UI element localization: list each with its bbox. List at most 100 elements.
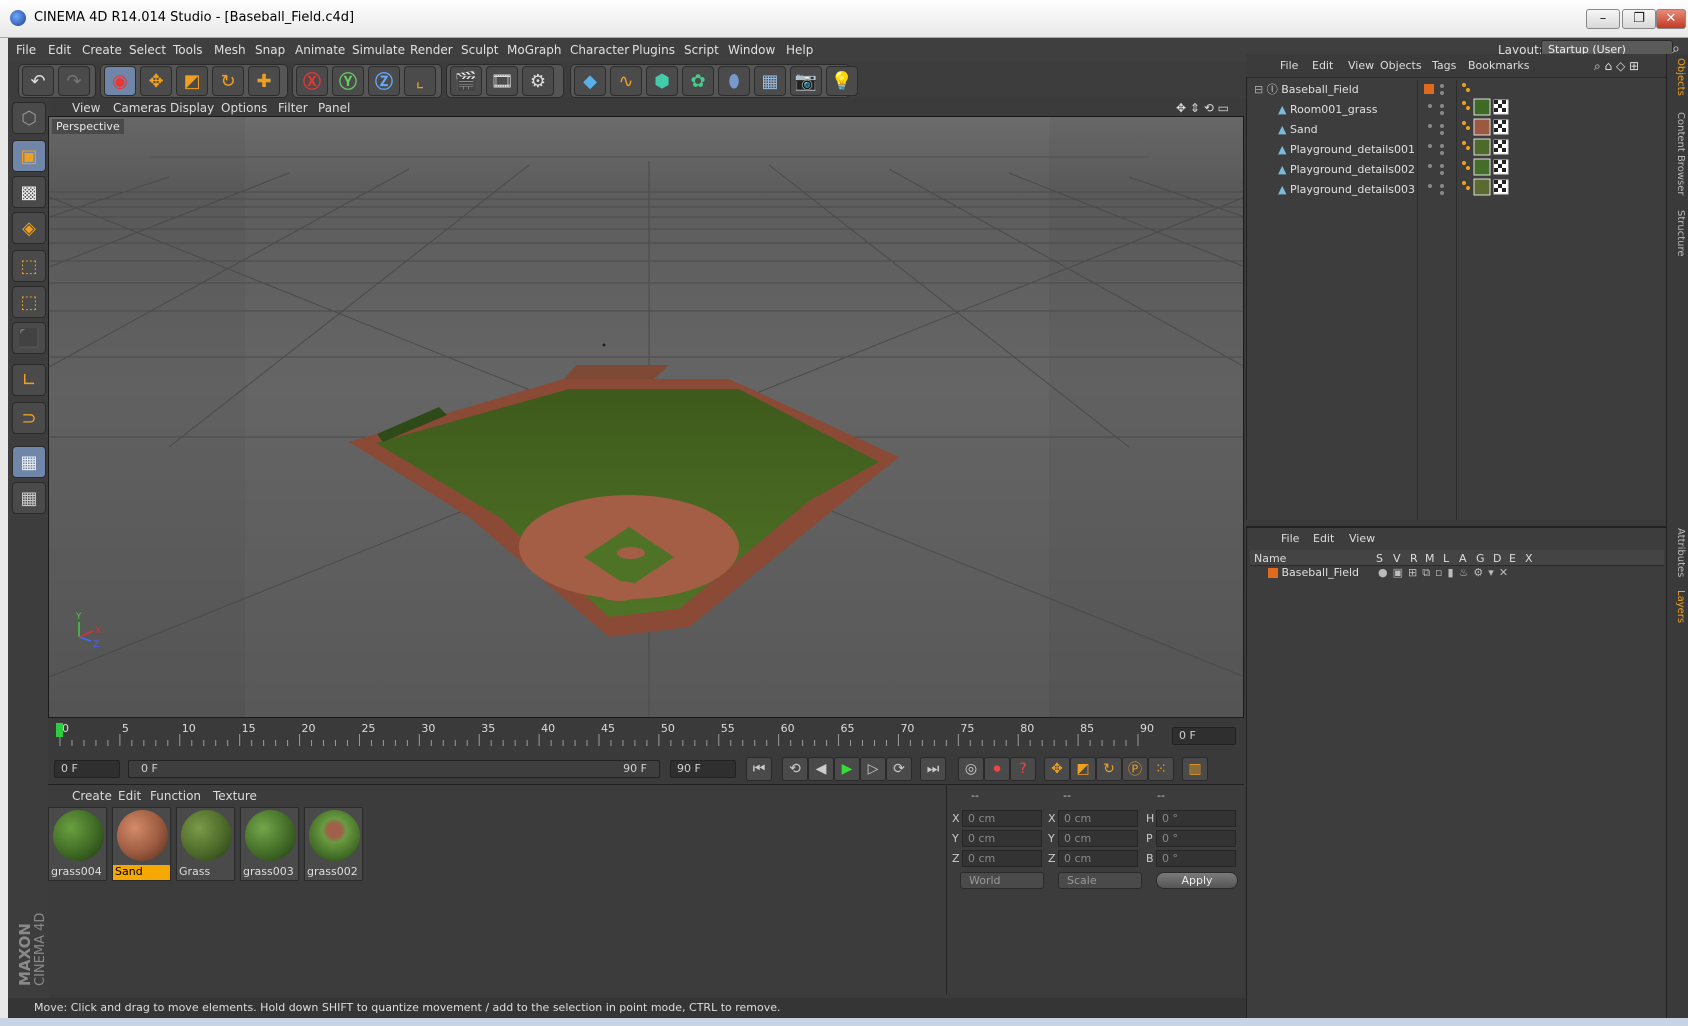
rotation-h-field[interactable]: 0 °	[1156, 810, 1236, 827]
spline-pen-icon[interactable]: ∿	[610, 66, 642, 96]
object-menu-objects[interactable]: Objects	[1380, 59, 1422, 72]
perspective-viewport[interactable]: Y X Z Perspective	[48, 116, 1244, 718]
go-to-end-icon[interactable]: ⏭	[920, 757, 946, 781]
menu-character[interactable]: Character	[570, 43, 629, 57]
object-menu-view[interactable]: View	[1348, 59, 1374, 72]
previous-frame-icon[interactable]: ◀	[808, 757, 834, 781]
layer-menu-file[interactable]: File	[1281, 532, 1299, 545]
object-menu-bookmarks[interactable]: Bookmarks	[1468, 59, 1529, 72]
viewport-menu-filter[interactable]: Filter	[278, 101, 308, 115]
object-row[interactable]: ▲ Playground_details002	[1254, 160, 1420, 179]
object-row[interactable]: ⊟ ⓛ Baseball_Field	[1254, 80, 1420, 99]
axis-mode-icon[interactable]: ∟	[12, 364, 46, 396]
key-rotation-icon[interactable]: ↻	[1096, 757, 1122, 781]
layer-row[interactable]: Baseball_Field ●▣⊞⧉▫▮♨⚙▾✕	[1254, 566, 1664, 582]
tab-content-browser[interactable]: Content Browser	[1670, 112, 1686, 195]
floor-icon[interactable]: ▦	[754, 66, 786, 96]
viewport-menu-options[interactable]: Options	[221, 101, 267, 115]
object-menu-file[interactable]: File	[1280, 59, 1298, 72]
column-name[interactable]: Name	[1254, 552, 1286, 565]
move-icon[interactable]: ✥	[140, 66, 172, 96]
previous-key-icon[interactable]: ⟲	[782, 757, 808, 781]
column-view[interactable]: V	[1393, 552, 1401, 565]
menu-render[interactable]: Render	[410, 43, 453, 57]
size-z-field[interactable]: 0 cm	[1058, 850, 1138, 867]
column-manager[interactable]: M	[1425, 552, 1435, 565]
object-row[interactable]: ▲ Room001_grass	[1254, 100, 1420, 119]
last-tool-icon[interactable]: ✚	[248, 66, 280, 96]
x-axis-lock-icon[interactable]: Ⓧ	[296, 66, 328, 96]
material-menu-function[interactable]: Function	[150, 789, 201, 803]
column-render[interactable]: R	[1410, 552, 1418, 565]
key-pla-icon[interactable]: ⁙	[1148, 757, 1174, 781]
menu-edit[interactable]: Edit	[48, 43, 71, 57]
menu-create[interactable]: Create	[82, 43, 122, 57]
material-swatch[interactable]: grass003	[240, 807, 299, 881]
cube-icon[interactable]: ◆	[574, 66, 606, 96]
current-frame-field[interactable]: 0 F	[1172, 727, 1236, 745]
texture-mode-icon[interactable]: ▩	[12, 176, 46, 208]
column-expressions[interactable]: E	[1509, 552, 1516, 565]
live-selection-icon[interactable]: ◉	[104, 66, 136, 96]
z-axis-lock-icon[interactable]: Ⓩ	[368, 66, 400, 96]
light-icon[interactable]: 💡	[826, 66, 858, 96]
material-menu-edit[interactable]: Edit	[118, 789, 141, 803]
render-settings-icon[interactable]: ⚙	[522, 66, 554, 96]
key-position-icon[interactable]: ✥	[1044, 757, 1070, 781]
rotate-icon[interactable]: ↻	[212, 66, 244, 96]
timeline-window-icon[interactable]: ▥	[1182, 757, 1208, 781]
key-scale-icon[interactable]: ◩	[1070, 757, 1096, 781]
autokey-icon[interactable]: ⏺	[984, 757, 1010, 781]
subdivision-surface-icon[interactable]: ⬢	[646, 66, 678, 96]
redo-icon[interactable]: ↷	[58, 66, 90, 96]
make-editable-icon[interactable]: ⬡	[12, 102, 46, 134]
tab-structure[interactable]: Structure	[1670, 210, 1686, 257]
deformer-icon[interactable]: ⬮	[718, 66, 750, 96]
workplane-icon[interactable]: ◈	[12, 212, 46, 244]
size-y-field[interactable]: 0 cm	[1058, 830, 1138, 847]
size-x-field[interactable]: 0 cm	[1058, 810, 1138, 827]
layer-menu-edit[interactable]: Edit	[1313, 532, 1334, 545]
viewport-menu-view[interactable]: View	[72, 101, 100, 115]
object-menu-edit[interactable]: Edit	[1312, 59, 1333, 72]
record-active-icon[interactable]: ◎	[958, 757, 984, 781]
menu-help[interactable]: Help	[786, 43, 813, 57]
menu-file[interactable]: File	[16, 43, 36, 57]
next-key-icon[interactable]: ⟳	[886, 757, 912, 781]
menu-window[interactable]: Window	[728, 43, 775, 57]
polygons-mode-icon[interactable]: ⬛	[12, 322, 46, 354]
maximize-button[interactable]: ❐	[1622, 9, 1656, 29]
go-to-start-icon[interactable]: ⏮	[746, 757, 772, 781]
camera-label[interactable]: Perspective	[52, 119, 124, 134]
viewport-menu-display[interactable]: Display	[170, 101, 214, 115]
object-row[interactable]: ▲ Playground_details001	[1254, 140, 1420, 159]
magnet-icon[interactable]: ⊃	[12, 402, 46, 434]
menu-plugins[interactable]: Plugins	[632, 43, 675, 57]
position-y-field[interactable]: 0 cm	[962, 830, 1042, 847]
timeline-ruler[interactable]: 0 5 10 15 20 25 30 35 40 45 50 55 60 65 70 75 80 85 90 0 F	[48, 720, 1244, 754]
play-icon[interactable]: ▶	[834, 757, 860, 781]
coordinate-mode-select[interactable]: Scale	[1058, 872, 1142, 889]
menu-animate[interactable]: Animate	[295, 43, 345, 57]
column-xref[interactable]: X	[1525, 552, 1533, 565]
viewport-navigate-icons[interactable]: ✥ ⇕ ⟲ ▭	[1176, 101, 1229, 115]
snapping-icon[interactable]: ▦	[12, 446, 46, 478]
keyframe-selection-icon[interactable]: ?	[1010, 757, 1036, 781]
viewport-menu-cameras[interactable]: Cameras	[113, 101, 166, 115]
material-swatch[interactable]: grass004	[48, 807, 107, 881]
object-menu-tags[interactable]: Tags	[1432, 59, 1456, 72]
key-parameter-icon[interactable]: Ⓟ	[1122, 757, 1148, 781]
next-frame-icon[interactable]: ▷	[860, 757, 886, 781]
column-generators[interactable]: G	[1476, 552, 1485, 565]
end-frame-field[interactable]: 90 F	[670, 760, 736, 778]
object-row[interactable]: ▲ Playground_details003	[1254, 180, 1420, 199]
material-menu-create[interactable]: Create	[72, 789, 112, 803]
rotation-p-field[interactable]: 0 °	[1156, 830, 1236, 847]
start-frame-field[interactable]: 0 F	[54, 760, 120, 778]
position-x-field[interactable]: 0 cm	[962, 810, 1042, 827]
column-animation[interactable]: A	[1459, 552, 1467, 565]
locked-workplane-icon[interactable]: ▦	[12, 482, 46, 514]
model-mode-icon[interactable]: ▣	[12, 140, 46, 172]
minimize-button[interactable]: –	[1586, 9, 1620, 29]
material-swatch[interactable]: Grass	[176, 807, 235, 881]
